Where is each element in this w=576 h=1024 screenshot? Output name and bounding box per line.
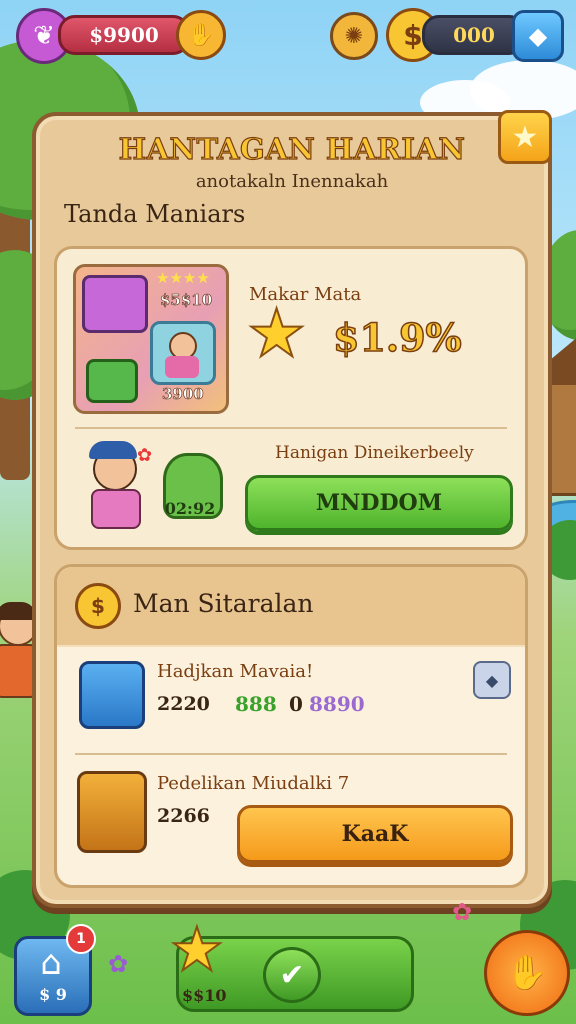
coin-icon[interactable]: ✺ — [330, 12, 378, 60]
left-currency-value: $9900 — [89, 23, 159, 47]
claim-button[interactable]: MNDDOM — [245, 475, 513, 531]
mission-title: Pedelikan Miudalki 7 — [157, 773, 350, 794]
right-currency-value: 000 — [453, 23, 495, 47]
notification-badge: 1 — [66, 924, 96, 954]
reward-amount: $1.9% — [332, 314, 462, 361]
checkmark-button[interactable]: ✔ — [263, 947, 321, 1003]
mission-title: Hadjkan Mavaia! — [157, 661, 314, 682]
mission-value: 2220 — [157, 693, 210, 715]
reward-bundle-image[interactable]: ★★★★ $5$10 3900 — [73, 264, 229, 414]
flower-icon: ✿ — [452, 898, 473, 926]
reward-card: ★★★★ $5$10 3900 Makar Mata ★ $1.9% ✿ 02:… — [54, 246, 528, 550]
panel-title: HANTAGAN HARIAN — [118, 131, 466, 166]
section-label: Tanda Maniars — [64, 200, 246, 228]
currency-counter-left: $9900 — [58, 15, 190, 55]
gem-count-green: 888 — [235, 692, 277, 716]
mission-divider — [75, 753, 507, 755]
info-gem-button[interactable]: ◆ — [473, 661, 511, 699]
game-scene: ❦ $9900 ✋ ✺ $ 000 ◆ ★ HANTAGAN HARIAN an… — [0, 0, 576, 1024]
gem-count-mid: 0 — [289, 692, 303, 716]
mission-value: 2266 — [157, 805, 210, 827]
gem-count-purple: 8890 — [309, 692, 365, 716]
kid-character: ✿ — [83, 439, 153, 529]
bottom-center-value: $$10 — [182, 986, 227, 1005]
box-top-value: $5$10 — [160, 291, 213, 310]
missions-body: Hadjkan Mavaia! 2220 888 0 8890 ◆ Pedeli… — [57, 647, 525, 885]
purple-chest-icon — [82, 275, 148, 333]
missions-header: $ Man Sitaralan — [57, 567, 525, 645]
green-chest-icon — [86, 359, 138, 403]
mission-action-button[interactable]: KaaK — [237, 805, 513, 863]
character-card-icon — [150, 321, 216, 385]
house-icon: ⌂ — [40, 943, 62, 983]
claim-hint: Hanigan Dineikerbeely — [275, 443, 474, 463]
timer-value: 02:92 — [164, 499, 216, 518]
add-currency-hand-icon[interactable]: ✋ — [176, 10, 226, 60]
house — [548, 380, 576, 496]
daily-panel: ★ HANTAGAN HARIAN anotakaln Inennakah Ta… — [32, 110, 552, 908]
flower-icon: ✿ — [108, 950, 129, 978]
timer-badge: 02:92 — [155, 453, 225, 527]
bottom-star-icon: ★ — [169, 915, 225, 985]
coin-medal-icon: $ — [75, 583, 121, 629]
treasure-chest-icon — [77, 771, 147, 853]
home-value: $ 9 — [39, 985, 67, 1004]
notification-count: 1 — [76, 931, 86, 947]
card-divider — [75, 427, 507, 429]
character-boy — [0, 602, 38, 716]
sparkle-stars-icon: ★★★★ — [156, 269, 210, 287]
box-bottom-value: 3900 — [162, 385, 204, 404]
briefcase-icon — [79, 661, 145, 729]
add-gem-button[interactable]: ◆ — [512, 10, 564, 62]
missions-title: Man Sitaralan — [133, 589, 314, 618]
currency-counter-right: 000 — [422, 15, 526, 55]
reward-star-icon: ★ — [246, 295, 307, 372]
panel-subtitle: anotakaln Inennakah — [195, 171, 389, 192]
power-up-button[interactable]: ✋ — [484, 930, 570, 1016]
missions-card: $ Man Sitaralan Hadjkan Mavaia! 2220 888… — [54, 564, 528, 888]
